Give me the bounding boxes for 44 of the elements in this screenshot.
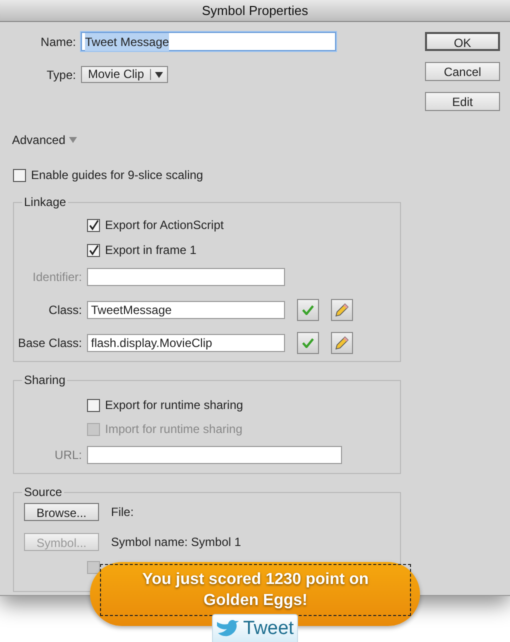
- text-field[interactable]: [87, 268, 285, 286]
- type-dropdown[interactable]: Movie Clip: [81, 66, 168, 83]
- name-field[interactable]: Tweet Message: [81, 32, 336, 51]
- checkbox[interactable]: [87, 218, 100, 232]
- group-title: Source: [22, 485, 64, 499]
- checkbox-label: Export in frame 1: [105, 242, 196, 259]
- checkmark-icon: [302, 305, 314, 315]
- source-info: Symbol name: Symbol 1: [111, 534, 242, 551]
- field-label: URL:: [54, 447, 83, 464]
- edit-button[interactable]: [331, 299, 353, 321]
- text-field[interactable]: TweetMessage: [87, 301, 285, 319]
- check-button[interactable]: [297, 299, 319, 321]
- checkbox[interactable]: [13, 168, 26, 182]
- pencil-icon: [335, 336, 349, 350]
- bird-icon: [216, 620, 240, 638]
- advanced-toggle[interactable]: Advanced: [12, 131, 78, 149]
- text-field[interactable]: flash.display.MovieClip: [87, 334, 285, 352]
- checkbox-label: Export for runtime sharing: [105, 397, 244, 414]
- source-info: File:: [111, 504, 134, 521]
- text-field[interactable]: [87, 446, 342, 464]
- pencil-icon: [335, 303, 349, 317]
- field-label: Identifier:: [32, 269, 83, 286]
- tweet-button[interactable]: Tweet: [212, 614, 298, 642]
- edit-button[interactable]: [331, 332, 353, 354]
- dialog-button[interactable]: OK: [425, 32, 500, 51]
- checkbox-label: Import for runtime sharing: [105, 421, 242, 438]
- group-title: Linkage: [22, 195, 68, 209]
- field-label: Type:: [46, 66, 77, 84]
- field-label: Name:: [40, 34, 77, 50]
- window-title: Symbol Properties: [0, 0, 510, 22]
- checkbox-label: Enable guides for 9-slice scaling: [31, 167, 204, 184]
- checkmark-icon: [302, 338, 314, 348]
- caret-icon: [155, 72, 164, 78]
- group-title: Sharing: [22, 373, 68, 387]
- check-button[interactable]: [297, 332, 319, 354]
- checkbox[interactable]: [87, 244, 100, 256]
- checkbox[interactable]: [87, 398, 100, 412]
- caret-icon: [69, 137, 78, 143]
- dialog-button[interactable]: Edit: [425, 92, 500, 111]
- dialog-button[interactable]: Cancel: [425, 62, 500, 81]
- source-button[interactable]: Browse...: [24, 503, 99, 521]
- field-label: Base Class:: [16, 335, 83, 352]
- field-label: Class:: [48, 302, 83, 319]
- checkbox-label: Export for ActionScript: [105, 217, 224, 234]
